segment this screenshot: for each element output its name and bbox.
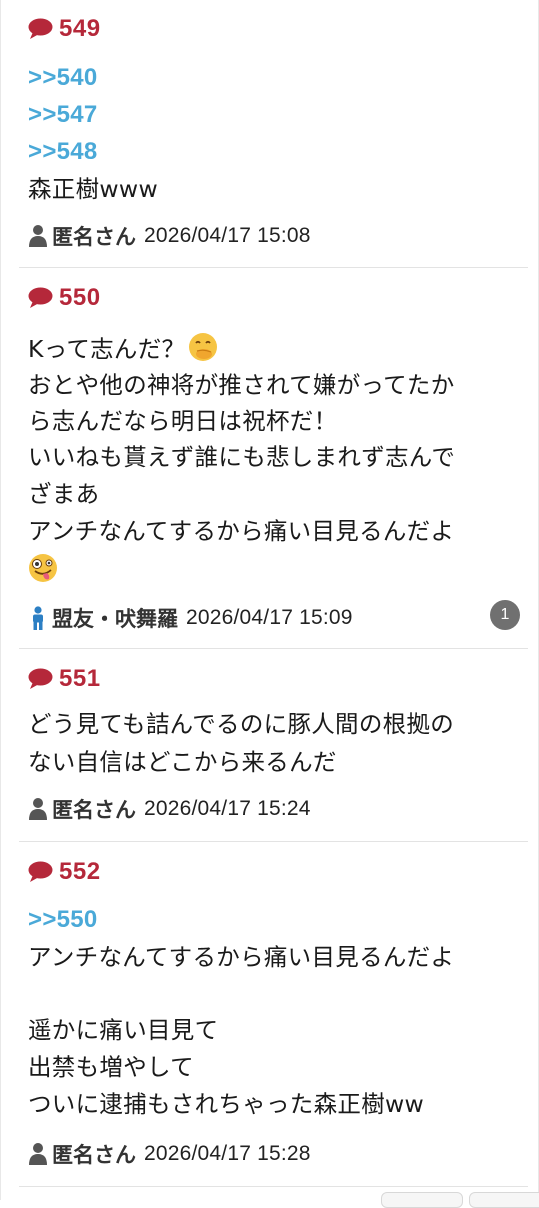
post-number-row: 551 bbox=[28, 664, 101, 694]
reply-anchor-link[interactable]: >>547 bbox=[28, 99, 98, 131]
post-divider bbox=[19, 267, 528, 268]
post-meta: 匿名さん 2026/04/17 15:24 bbox=[28, 793, 311, 825]
reply-anchor-link[interactable]: >>548 bbox=[28, 136, 98, 168]
author-name[interactable]: 匿名さん bbox=[52, 221, 136, 251]
post-body-line: 遥かに痛い目見て bbox=[28, 1016, 219, 1044]
person-gray-icon bbox=[29, 225, 47, 247]
post-body-line: おとや他の神将が推されて嫌がってたか bbox=[28, 371, 455, 399]
speech-bubble-icon bbox=[28, 861, 53, 882]
post-date: 2026/04/17 15:28 bbox=[144, 1142, 311, 1165]
post-body-line: どう見ても詰んでるのに豚人間の根拠の bbox=[28, 710, 455, 738]
reply-anchor-link[interactable]: >>550 bbox=[28, 904, 98, 936]
post-body-line: 森正樹www bbox=[28, 175, 158, 203]
post-number[interactable]: 552 bbox=[59, 858, 101, 886]
post-body-line: ら志んだなら明日は祝杯だ！ bbox=[28, 407, 338, 435]
post-body-line: 出禁も増やして bbox=[28, 1053, 194, 1081]
post-body-line: アンチなんてするから痛い目見るんだよ bbox=[28, 943, 455, 971]
post-number-row: 549 bbox=[28, 14, 101, 44]
bottom-toolbar-tab[interactable] bbox=[469, 1192, 539, 1208]
zany-face-emoji bbox=[29, 554, 57, 582]
author-name[interactable]: 匿名さん bbox=[52, 1139, 136, 1169]
post-divider bbox=[19, 841, 528, 842]
author-name[interactable]: 匿名さん bbox=[52, 794, 136, 824]
post-date: 2026/04/17 15:09 bbox=[186, 606, 353, 629]
post-date: 2026/04/17 15:24 bbox=[144, 797, 311, 820]
reply-anchor-link[interactable]: >>540 bbox=[28, 62, 98, 94]
speech-bubble-icon bbox=[28, 287, 53, 308]
post-number[interactable]: 550 bbox=[59, 284, 101, 312]
bottom-toolbar-tab[interactable] bbox=[381, 1192, 463, 1208]
thread-view: 549 >>540 >>547 >>548 森正樹www 匿名さん 2026/0… bbox=[0, 0, 539, 1208]
post-body-line bbox=[28, 553, 58, 586]
person-blue-icon bbox=[33, 606, 43, 630]
post-number-row: 550 bbox=[28, 283, 101, 313]
post-divider bbox=[19, 1186, 528, 1187]
post-body-line: いいねも貰えず誰にも悲しまれず志んで bbox=[28, 443, 456, 471]
post-number-row: 552 bbox=[28, 857, 101, 887]
post-meta: 匿名さん 2026/04/17 15:08 bbox=[28, 220, 311, 252]
post-body-line: ない自信はどこから来るんだ bbox=[28, 748, 337, 776]
post-number[interactable]: 551 bbox=[59, 665, 101, 693]
post-body-line: ざまあ bbox=[28, 480, 100, 508]
person-gray-icon bbox=[29, 1143, 47, 1165]
post-meta: 匿名さん 2026/04/17 15:28 bbox=[28, 1138, 311, 1170]
post-number[interactable]: 549 bbox=[59, 15, 101, 43]
post-meta: 盟友・吠舞羅 2026/04/17 15:09 bbox=[28, 602, 353, 634]
person-gray-icon bbox=[29, 798, 47, 820]
post-body-line: ついに逮捕もされちゃった森正樹ww bbox=[28, 1090, 425, 1118]
face-with-hand-over-mouth-emoji bbox=[189, 333, 218, 361]
post-date: 2026/04/17 15:08 bbox=[144, 224, 311, 247]
post-body-line: Kって志んだ？ bbox=[28, 332, 218, 365]
post-body-line: アンチなんてするから痛い目見るんだよ bbox=[28, 517, 455, 545]
post-divider bbox=[19, 648, 528, 649]
post-body-text: Kって志んだ？ bbox=[28, 335, 186, 363]
reply-count-badge[interactable]: 1 bbox=[490, 600, 520, 630]
speech-bubble-icon bbox=[28, 18, 53, 39]
speech-bubble-icon bbox=[28, 668, 53, 689]
author-name[interactable]: 盟友・吠舞羅 bbox=[52, 603, 178, 633]
